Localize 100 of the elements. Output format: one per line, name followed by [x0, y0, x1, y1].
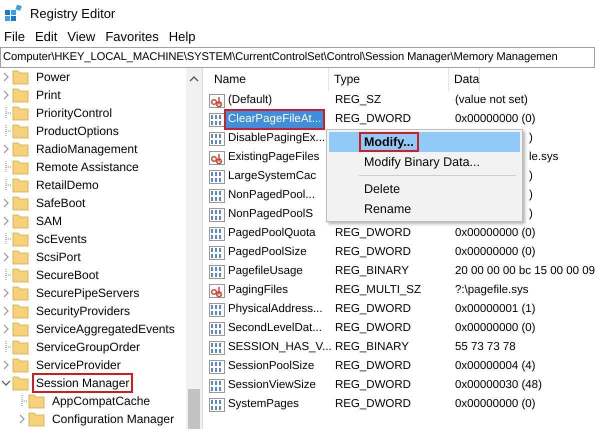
value-name[interactable]: DisablePagingEx... — [226, 130, 328, 147]
scrollbar[interactable] — [186, 68, 202, 429]
value-data: 0x00000000 (0) — [454, 112, 536, 125]
value-type: REG_DWORD — [334, 302, 411, 315]
value-name[interactable]: LargeSystemCac — [226, 168, 318, 185]
folder-icon — [12, 303, 29, 319]
value-type: REG_DWORD — [334, 112, 411, 125]
value-name[interactable]: SecondLevelDat... — [226, 320, 324, 337]
folder-icon — [12, 69, 29, 85]
folder-icon — [28, 393, 45, 409]
value-type: REG_SZ — [334, 94, 381, 106]
tree-item[interactable]: RadioManagement — [34, 141, 140, 157]
value-type: REG_MULTI_SZ — [334, 284, 422, 296]
value-data: 0x00000000 (0) — [454, 226, 536, 239]
column-header[interactable]: Data — [448, 68, 480, 91]
tree-item[interactable]: ProductOptions — [34, 123, 121, 139]
value-data: ?:\pagefile.sys — [454, 284, 528, 296]
scrollbar-thumb[interactable] — [188, 389, 200, 429]
folder-icon — [12, 321, 29, 337]
tree-item[interactable]: SAM — [34, 213, 64, 229]
value-name[interactable]: PagedPoolQuota — [226, 225, 318, 242]
value-name[interactable]: (Default) — [226, 92, 274, 109]
tree-item[interactable]: SecurePipeServers — [34, 285, 142, 301]
window-title: Registry Editor — [30, 4, 116, 23]
tree-item[interactable]: ScsiPort — [34, 249, 83, 265]
tree-item[interactable]: SafeBoot — [34, 195, 88, 211]
value-name[interactable]: PagefileUsage — [226, 263, 305, 280]
tree-item[interactable]: Configuration Manager — [50, 411, 176, 427]
value-name[interactable]: SessionViewSize — [226, 377, 318, 394]
value-data: (value not set) — [454, 94, 528, 106]
folder-icon — [12, 285, 29, 301]
value-name[interactable]: PagingFiles — [226, 282, 290, 299]
tree-item[interactable]: SecurityProviders — [34, 303, 132, 319]
menu-option[interactable]: Modify... — [328, 132, 520, 152]
column-header[interactable]: Name — [208, 68, 329, 91]
menu-item[interactable]: Edit — [30, 27, 64, 47]
value-type: REG_BINARY — [334, 340, 409, 353]
value-data: 0x00000000 (0) — [454, 322, 536, 334]
value-data: 0x00000030 (48) — [454, 378, 542, 391]
value-name[interactable]: SessionPoolSize — [226, 358, 316, 375]
tree-item[interactable]: Print — [34, 87, 63, 103]
folder-icon — [12, 105, 29, 121]
value-data: ) — [528, 170, 533, 182]
value-type: REG_DWORD — [334, 378, 411, 391]
address-bar[interactable]: Computer\HKEY_LOCAL_MACHINE\SYSTEM\CurrentControlSet\Control\Session Manager\Memory Managemen — [0, 47, 595, 68]
tree-item[interactable]: PriorityControl — [34, 105, 114, 121]
tree-item[interactable]: Session Manager — [34, 375, 132, 391]
tree-item[interactable]: ScEvents — [34, 231, 89, 247]
value-type: REG_DWORD — [334, 360, 411, 372]
folder-icon — [12, 267, 29, 283]
menu-item[interactable]: Favorites — [101, 27, 165, 47]
value-name[interactable]: PhysicalAddress... — [226, 301, 325, 318]
value-name[interactable]: SystemPages — [226, 396, 301, 413]
value-type: REG_DWORD — [334, 322, 411, 334]
tree-item[interactable]: Power — [34, 69, 72, 85]
value-data: 0x00000004 (4) — [454, 360, 536, 372]
folder-icon — [12, 195, 29, 211]
folder-icon — [12, 159, 29, 175]
tree-item[interactable]: SecureBoot — [34, 267, 101, 283]
folder-icon — [12, 177, 29, 193]
registry-cubes-icon — [4, 4, 22, 22]
value-name[interactable]: ExistingPageFiles — [226, 149, 322, 166]
menu-option[interactable]: Modify Binary Data... — [328, 152, 520, 172]
menu-option[interactable]: Delete — [328, 179, 520, 199]
value-type: REG_DWORD — [334, 246, 411, 258]
folder-icon — [12, 249, 29, 265]
value-data: 0x00000000 (0) — [454, 246, 536, 258]
folder-icon — [12, 231, 29, 247]
value-name[interactable]: NonPagedPoolS — [226, 206, 315, 223]
folder-icon — [28, 411, 45, 427]
value-data: ) — [528, 188, 533, 201]
value-name[interactable]: SESSION_HAS_V... — [226, 339, 334, 356]
menu-item[interactable]: File — [0, 27, 31, 47]
tree-item[interactable]: ServiceAggregatedEvents — [34, 321, 177, 337]
value-type: REG_BINARY — [334, 264, 409, 277]
value-type: REG_DWORD — [334, 226, 411, 239]
tree-item[interactable]: RetailDemo — [34, 177, 101, 193]
folder-icon — [12, 87, 29, 103]
folder-icon — [12, 141, 29, 157]
value-data: 0x00000001 (1) — [454, 302, 536, 315]
scroll-up-icon — [188, 76, 199, 82]
value-data: 0x00000000 (0) — [454, 398, 536, 410]
folder-icon — [12, 213, 29, 229]
tree-item[interactable]: ServiceGroupOrder — [34, 339, 142, 355]
value-data: 55 73 73 78 — [454, 340, 516, 353]
value-type: REG_DWORD — [334, 398, 411, 410]
menu-option[interactable]: Rename — [328, 199, 520, 219]
value-name[interactable]: PagedPoolSize — [226, 244, 309, 261]
value-data: ) — [528, 132, 533, 144]
tree-item[interactable]: AppCompatCache — [50, 393, 152, 409]
value-name[interactable]: NonPagedPool... — [226, 187, 317, 204]
folder-icon — [12, 123, 29, 139]
value-data: 20 00 00 00 bc 15 00 00 09 — [454, 264, 595, 277]
folder-icon — [12, 375, 29, 391]
folder-icon — [12, 357, 29, 373]
tree-item[interactable]: Remote Assistance — [34, 159, 141, 175]
menu-item[interactable]: View — [63, 27, 102, 47]
column-header[interactable]: Type — [328, 68, 449, 91]
tree-item[interactable]: ServiceProvider — [34, 357, 123, 373]
menu-item[interactable]: Help — [164, 27, 202, 47]
